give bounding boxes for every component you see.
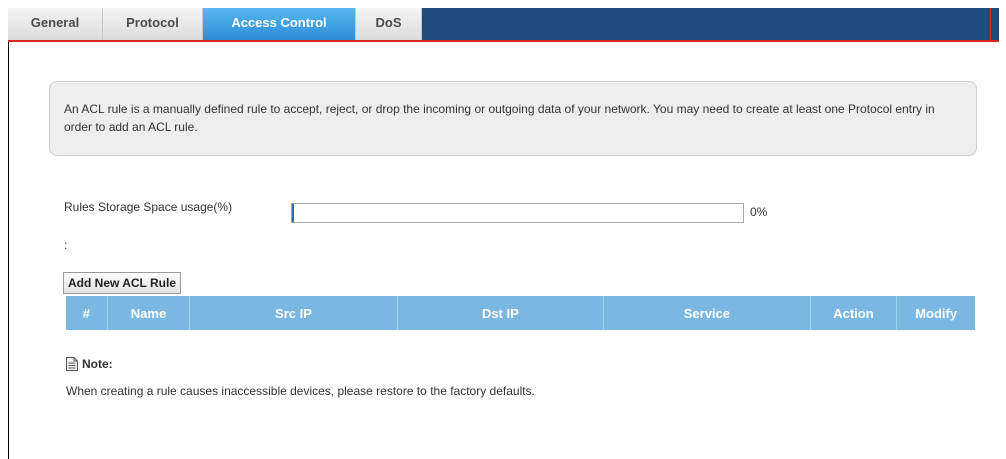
column-header-service[interactable]: Service [603, 296, 811, 330]
add-acl-rule-button[interactable]: Add New ACL Rule [63, 272, 182, 294]
tab-bar: General Protocol Access Control DoS [8, 8, 999, 42]
storage-usage-label-colon: : [64, 238, 68, 252]
tab-dos[interactable]: DoS [356, 8, 422, 40]
column-header-name[interactable]: Name [107, 296, 191, 330]
note-title: Note: [82, 357, 113, 371]
info-box: An ACL rule is a manually defined rule t… [49, 81, 977, 156]
storage-usage-label: Rules Storage Space usage(%) : [64, 188, 294, 264]
tab-underline [8, 40, 999, 42]
tab-access-control[interactable]: Access Control [203, 8, 356, 40]
storage-usage-fill [292, 204, 294, 222]
tab-protocol[interactable]: Protocol [103, 8, 203, 40]
info-text: An ACL rule is a manually defined rule t… [64, 102, 935, 134]
column-header-modify[interactable]: Modify [896, 296, 975, 330]
column-header-src-ip[interactable]: Src IP [189, 296, 398, 330]
frame-border [8, 40, 9, 459]
storage-usage-value: 0% [750, 205, 768, 219]
frame-edge [990, 8, 991, 40]
note-icon [66, 357, 78, 371]
acl-rule-table: # Name Src IP Dst IP Service Action Modi… [66, 296, 975, 330]
note-text: When creating a rule causes inaccessible… [66, 384, 535, 398]
tab-general[interactable]: General [8, 8, 103, 40]
table-header-row: # Name Src IP Dst IP Service Action Modi… [66, 296, 975, 330]
storage-usage-label-text: Rules Storage Space usage(%) [64, 200, 233, 214]
column-header-dst-ip[interactable]: Dst IP [397, 296, 605, 330]
column-header-index[interactable]: # [66, 296, 108, 330]
column-header-action[interactable]: Action [810, 296, 898, 330]
storage-usage-bar [291, 203, 744, 223]
